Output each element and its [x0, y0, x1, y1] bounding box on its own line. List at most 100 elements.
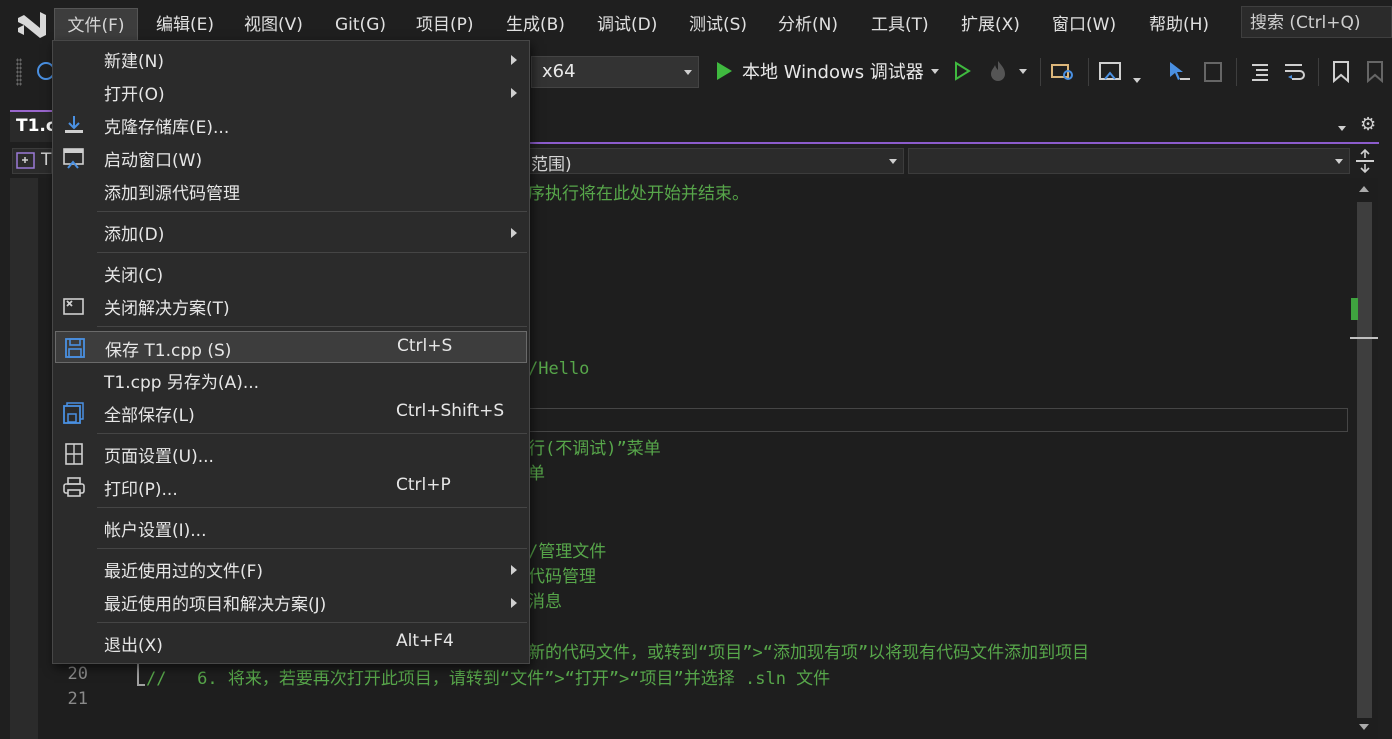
submenu-arrow-icon	[511, 55, 517, 65]
submenu-arrow-icon	[511, 88, 517, 98]
close-solution-icon	[63, 298, 84, 315]
menu-item-shortcut: Alt+F4	[396, 631, 454, 651]
play-icon[interactable]	[714, 60, 734, 82]
code-line: /管理文件	[528, 542, 607, 562]
chevron-down-icon	[889, 159, 897, 164]
toolbar-separator	[1236, 58, 1237, 86]
menu-project[interactable]: 项目(P)	[416, 12, 474, 38]
menu-item-exit[interactable]: 退出(X) Alt+F4	[55, 627, 527, 659]
project-dropdown[interactable]: T	[12, 148, 52, 174]
menu-debug[interactable]: 调试(D)	[597, 12, 657, 38]
menu-separator	[97, 252, 527, 253]
start-debugging-button[interactable]: 本地 Windows 调试器	[742, 58, 924, 84]
menu-file[interactable]: 文件(F)	[54, 8, 138, 42]
menu-item-close[interactable]: 关闭(C)	[55, 257, 527, 289]
menu-item-label: 最近使用过的文件(F)	[104, 562, 264, 582]
menu-window[interactable]: 窗口(W)	[1052, 12, 1116, 38]
chevron-down-icon[interactable]	[931, 69, 939, 74]
code-line: 消息	[528, 592, 562, 612]
next-bookmark-icon[interactable]	[1362, 59, 1386, 85]
toolbar-grip-icon[interactable]	[16, 58, 22, 86]
scrollbar-thumb[interactable]	[1357, 202, 1372, 718]
scope-dropdown[interactable]: 范围)	[528, 148, 904, 175]
menu-separator	[97, 507, 527, 508]
menu-item-label: 新建(N)	[104, 52, 164, 72]
menu-item-new[interactable]: 新建(N)	[55, 43, 527, 75]
home-window-icon[interactable]	[1098, 59, 1124, 85]
menu-item-label: 添加到源代码管理	[104, 184, 240, 204]
chevron-down-icon[interactable]	[1133, 78, 1141, 83]
file-menu-dropdown: 新建(N) 打开(O) 克隆存储库(E)... 启动窗口(W) 添加到源代码管理…	[52, 40, 530, 664]
hot-reload-icon[interactable]	[986, 59, 1010, 83]
menu-tools[interactable]: 工具(T)	[871, 12, 929, 38]
menu-analyze[interactable]: 分析(N)	[778, 12, 838, 38]
code-line: 代码管理	[528, 567, 596, 587]
split-window-icon[interactable]	[1354, 148, 1376, 174]
menu-item-label: 克隆存储库(E)...	[104, 118, 230, 138]
menu-item-recent-files[interactable]: 最近使用过的文件(F)	[55, 553, 527, 585]
menu-item-close-solution[interactable]: 关闭解决方案(T)	[55, 290, 527, 322]
select-pointer-icon[interactable]	[1166, 59, 1192, 85]
menu-item-label: 启动窗口(W)	[104, 151, 203, 171]
menu-build[interactable]: 生成(B)	[506, 12, 565, 38]
page-setup-icon	[65, 443, 83, 465]
project-name: T	[41, 150, 52, 170]
menu-item-save-all[interactable]: 全部保存(L) Ctrl+Shift+S	[55, 397, 527, 429]
visual-studio-logo-icon[interactable]	[14, 8, 50, 42]
menu-item-add[interactable]: 添加(D)	[55, 216, 527, 248]
menu-item-start-window[interactable]: 启动窗口(W)	[55, 142, 527, 174]
download-icon	[65, 116, 83, 133]
menu-item-page-setup[interactable]: 页面设置(U)...	[55, 438, 527, 470]
scroll-up-icon[interactable]	[1359, 186, 1369, 192]
menu-git[interactable]: Git(G)	[335, 12, 386, 38]
menu-item-label: T1.cpp 另存为(A)...	[104, 373, 260, 393]
menu-item-label: 关闭(C)	[104, 266, 164, 286]
current-line-highlight	[528, 408, 1348, 432]
menu-item-add-to-source-control[interactable]: 添加到源代码管理	[55, 175, 527, 207]
start-without-debugging-icon[interactable]	[952, 60, 972, 82]
menu-item-label: 最近使用的项目和解决方案(J)	[104, 595, 327, 615]
scroll-down-icon[interactable]	[1359, 724, 1369, 730]
menu-edit[interactable]: 编辑(E)	[156, 12, 214, 38]
bookmark-icon[interactable]	[1330, 59, 1352, 85]
tab-list-chevron-icon[interactable]	[1338, 126, 1346, 131]
solution-platform-dropdown[interactable]: x64	[531, 56, 699, 88]
menu-item-shortcut: Ctrl+Shift+S	[396, 401, 505, 421]
solution-explorer-icon[interactable]	[1050, 59, 1076, 83]
menu-help[interactable]: 帮助(H)	[1149, 12, 1209, 38]
chevron-down-icon[interactable]	[1019, 69, 1027, 74]
outline-guide	[137, 662, 139, 686]
menu-test[interactable]: 测试(S)	[689, 12, 747, 38]
menu-view[interactable]: 视图(V)	[244, 12, 303, 38]
chevron-down-icon	[684, 70, 692, 75]
bookmark-panel-icon[interactable]	[1200, 59, 1226, 85]
outdent-icon[interactable]	[1248, 59, 1272, 83]
menu-extensions[interactable]: 扩展(X)	[961, 12, 1020, 38]
menu-separator	[97, 622, 527, 623]
search-input[interactable]: 搜索 (Ctrl+Q)	[1241, 6, 1392, 38]
menu-item-save[interactable]: 保存 T1.cpp (S) Ctrl+S	[55, 331, 527, 363]
toolbar-separator	[1088, 58, 1089, 86]
menu-separator	[97, 211, 527, 212]
menu-item-account-settings[interactable]: 帐户设置(I)...	[55, 512, 527, 544]
menu-item-open[interactable]: 打开(O)	[55, 76, 527, 108]
save-all-icon	[63, 402, 84, 424]
start-window-icon	[63, 148, 84, 169]
menu-item-save-as[interactable]: T1.cpp 另存为(A)...	[55, 364, 527, 396]
menu-item-label: 打印(P)...	[104, 480, 178, 500]
change-marker	[1351, 298, 1358, 320]
menu-item-label: 添加(D)	[104, 225, 165, 245]
outline-guide-end	[137, 684, 145, 686]
menu-item-label: 页面设置(U)...	[104, 447, 214, 467]
member-dropdown[interactable]	[908, 148, 1350, 174]
settings-gear-icon[interactable]: ⚙	[1360, 114, 1376, 135]
menu-item-clone-repo[interactable]: 克隆存储库(E)...	[55, 109, 527, 141]
menu-item-recent-projects[interactable]: 最近使用的项目和解决方案(J)	[55, 586, 527, 618]
menu-separator	[97, 326, 527, 327]
menu-item-shortcut: Ctrl+P	[396, 475, 451, 495]
menu-separator	[97, 433, 527, 434]
word-wrap-icon[interactable]	[1282, 59, 1308, 83]
caret-position-marker	[1350, 337, 1378, 339]
menu-item-print[interactable]: 打印(P)... Ctrl+P	[55, 471, 527, 503]
menu-separator	[97, 548, 527, 549]
